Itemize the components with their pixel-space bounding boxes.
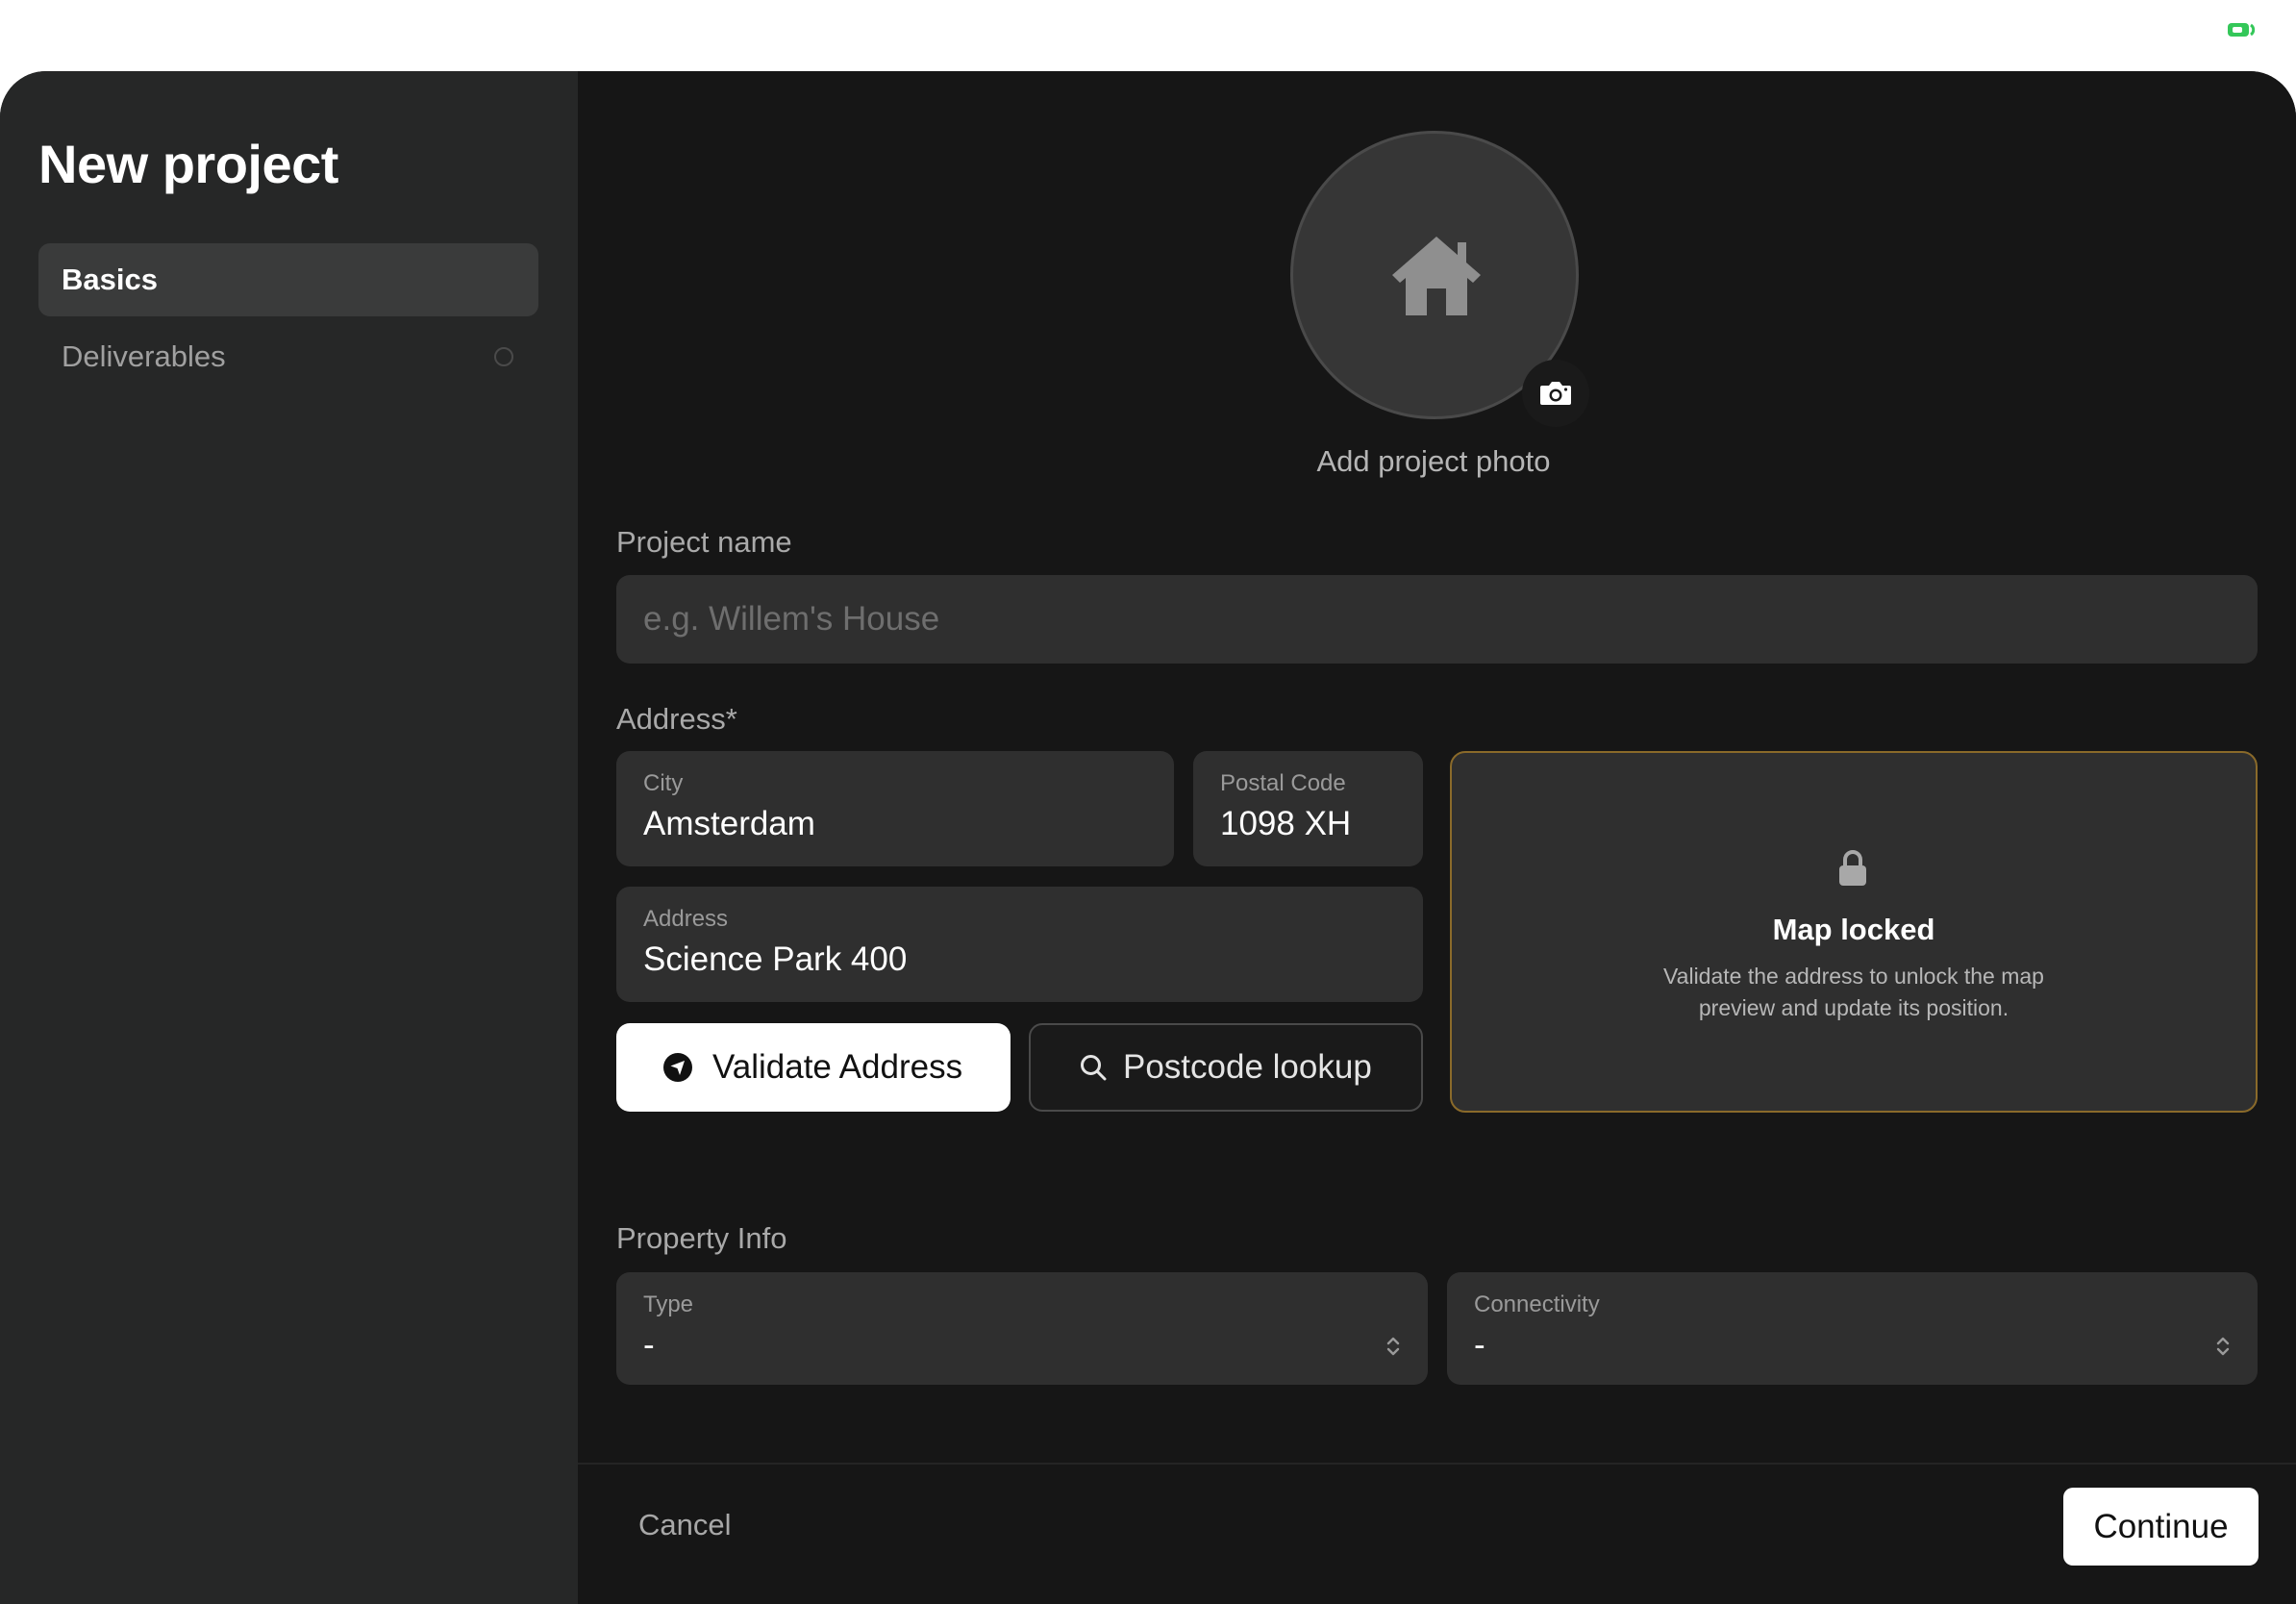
sidebar: New project Basics Deliverables bbox=[0, 71, 578, 1604]
postcode-lookup-button[interactable]: Postcode lookup bbox=[1029, 1023, 1423, 1112]
map-locked-title: Map locked bbox=[1772, 913, 1935, 946]
connectivity-select[interactable]: Connectivity - bbox=[1447, 1272, 2258, 1385]
postal-code-value: 1098 XH bbox=[1220, 805, 1352, 842]
map-description-line: preview and update its position. bbox=[1698, 995, 2009, 1020]
sidebar-title: New project bbox=[38, 134, 338, 194]
postal-code-field[interactable]: Postal Code 1098 XH bbox=[1193, 751, 1423, 866]
cancel-button[interactable]: Cancel bbox=[638, 1508, 732, 1542]
lock-icon bbox=[1839, 850, 1866, 886]
footer-divider bbox=[578, 1463, 2296, 1465]
address-section-label: Address* bbox=[616, 702, 737, 736]
city-value: Amsterdam bbox=[643, 805, 815, 842]
search-icon bbox=[1081, 1055, 1107, 1081]
project-name-label: Project name bbox=[616, 525, 792, 559]
battery-icon bbox=[2228, 23, 2256, 37]
street-address-label: Address bbox=[643, 906, 729, 932]
city-field[interactable]: City Amsterdam bbox=[616, 751, 1174, 866]
project-name-placeholder: e.g. Willem's House bbox=[643, 600, 940, 638]
main-content: Add project photo Project name e.g. Will… bbox=[578, 71, 2296, 1604]
street-address-value: Science Park 400 bbox=[643, 940, 908, 978]
chevron-up-down-icon bbox=[2216, 1337, 2230, 1356]
sidebar-item-deliverables[interactable]: Deliverables bbox=[38, 320, 538, 393]
camera-button[interactable] bbox=[1522, 360, 1589, 427]
validate-address-label: Validate Address bbox=[712, 1048, 963, 1086]
chevron-up-down-icon bbox=[1386, 1337, 1400, 1356]
sidebar-item-label: Basics bbox=[62, 263, 158, 296]
street-address-field[interactable]: Address Science Park 400 bbox=[616, 887, 1423, 1002]
postal-code-label: Postal Code bbox=[1220, 770, 1346, 796]
postcode-lookup-label: Postcode lookup bbox=[1123, 1048, 1372, 1086]
continue-button[interactable]: Continue bbox=[2063, 1488, 2259, 1566]
type-value: - bbox=[643, 1326, 655, 1364]
connectivity-label: Connectivity bbox=[1474, 1291, 1600, 1317]
type-label: Type bbox=[643, 1291, 694, 1317]
camera-icon bbox=[1540, 382, 1571, 405]
sidebar-item-basics[interactable]: Basics bbox=[38, 243, 538, 316]
map-preview: Map locked Validate the address to unloc… bbox=[1450, 751, 2258, 1113]
project-name-field[interactable]: e.g. Willem's House bbox=[616, 575, 2258, 664]
sidebar-item-label: Deliverables bbox=[62, 339, 226, 373]
step-status-icon bbox=[494, 347, 513, 366]
house-icon bbox=[1392, 237, 1481, 315]
map-locked-description: Validate the address to unlock the map p… bbox=[1452, 961, 2256, 1024]
location-arrow-icon bbox=[663, 1053, 692, 1082]
map-description-line: Validate the address to unlock the map bbox=[1663, 964, 2044, 989]
type-select[interactable]: Type - bbox=[616, 1272, 1428, 1385]
add-photo-label: Add project photo bbox=[1316, 444, 1551, 478]
validate-address-button[interactable]: Validate Address bbox=[616, 1023, 1011, 1112]
property-info-label: Property Info bbox=[616, 1221, 787, 1255]
connectivity-value: - bbox=[1474, 1326, 1485, 1364]
city-label: City bbox=[643, 770, 684, 796]
status-bar bbox=[0, 0, 2296, 71]
new-project-sheet: New project Basics Deliverables Add proj… bbox=[0, 71, 2296, 1604]
